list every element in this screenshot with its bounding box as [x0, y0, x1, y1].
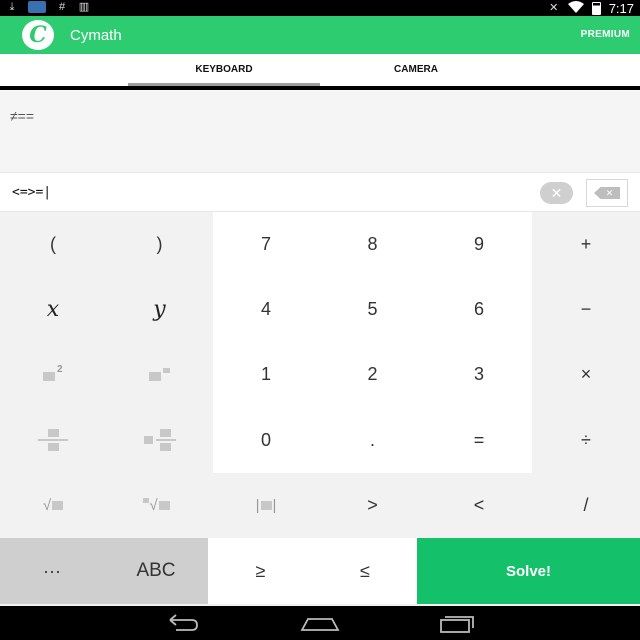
- back-icon: [169, 614, 198, 631]
- key-power[interactable]: [106, 342, 213, 407]
- abs-icon: | |: [255, 497, 277, 514]
- key-5[interactable]: 5: [319, 277, 426, 342]
- key-9[interactable]: 9: [426, 212, 532, 277]
- nth-root-icon: √: [143, 497, 170, 514]
- fraction-icon: [38, 429, 68, 451]
- backspace-button[interactable]: ✕: [586, 179, 628, 207]
- key-greater-than[interactable]: >: [319, 473, 426, 538]
- key-abs[interactable]: | |: [213, 473, 319, 538]
- key-7[interactable]: 7: [213, 212, 319, 277]
- key-4[interactable]: 4: [213, 277, 319, 342]
- key-6[interactable]: 6: [426, 277, 532, 342]
- hash-icon: #: [58, 1, 66, 13]
- input-row: <=>=| ✕ ✕: [0, 172, 640, 212]
- app-title: Cymath: [70, 27, 122, 44]
- tab-selected-indicator: [128, 83, 320, 86]
- key-mixed-fraction[interactable]: [106, 407, 213, 473]
- keypad: ( ) 7 8 9 + x y 4 5 6 − 2 1 2 3 × 0 . = …: [0, 212, 640, 538]
- home-icon: [300, 618, 340, 631]
- app-logo: C: [22, 20, 54, 50]
- tab-camera[interactable]: CAMERA: [320, 54, 512, 86]
- key-x[interactable]: x: [0, 277, 106, 342]
- recents-button[interactable]: [436, 612, 476, 634]
- status-bar: ⤓ # ▥ ✕ 7:17: [0, 0, 640, 16]
- premium-button[interactable]: PREMIUM: [581, 29, 630, 40]
- input-mode-tabs: KEYBOARD CAMERA: [0, 54, 640, 90]
- key-3[interactable]: 3: [426, 342, 532, 407]
- key-greater-equal[interactable]: ≥: [208, 538, 313, 604]
- image-notification-icon: [28, 1, 46, 13]
- mixed-fraction-icon: [143, 429, 176, 451]
- key-0[interactable]: 0: [213, 407, 319, 473]
- rendered-expression: ≠==: [10, 108, 35, 124]
- key-less-equal[interactable]: ≤: [313, 538, 417, 604]
- key-open-paren[interactable]: (: [0, 212, 106, 277]
- muted-icon: ✕: [549, 2, 559, 14]
- abc-button[interactable]: ABC: [104, 538, 208, 604]
- wifi-icon: [567, 0, 584, 16]
- key-multiply[interactable]: ×: [532, 342, 640, 407]
- key-y[interactable]: y: [106, 277, 213, 342]
- back-button[interactable]: [162, 612, 202, 634]
- status-bar-left: ⤓ # ▥: [6, 1, 90, 13]
- app-bar: C Cymath PREMIUM: [0, 16, 640, 54]
- bottom-key-row: ··· ABC ≥ ≤ Solve!: [0, 538, 640, 606]
- key-8[interactable]: 8: [319, 212, 426, 277]
- navigation-bar: [0, 606, 640, 640]
- download-icon: ⤓: [9, 1, 15, 13]
- home-button[interactable]: [300, 612, 340, 634]
- clear-circle-icon: ✕: [550, 185, 563, 201]
- key-slash[interactable]: /: [532, 473, 640, 538]
- key-divide[interactable]: ÷: [532, 407, 640, 473]
- key-close-paren[interactable]: ): [106, 212, 213, 277]
- backspace-icon: ✕: [594, 187, 620, 199]
- square-power-icon: 2: [43, 364, 63, 382]
- more-button[interactable]: ···: [0, 538, 104, 604]
- key-1[interactable]: 1: [213, 342, 319, 407]
- clear-input-button[interactable]: ✕: [540, 182, 573, 204]
- status-bar-right: ✕ 7:17: [548, 0, 634, 16]
- recents-icon: [440, 616, 474, 633]
- key-sqrt[interactable]: √: [0, 473, 106, 538]
- box-power-icon: [148, 367, 171, 382]
- expression-display: ≠==: [0, 90, 640, 172]
- sqrt-icon: √: [43, 497, 64, 514]
- key-2[interactable]: 2: [319, 342, 426, 407]
- clock: 7:17: [608, 0, 634, 16]
- key-minus[interactable]: −: [532, 277, 640, 342]
- battery-icon: [591, 1, 601, 15]
- key-equals[interactable]: =: [426, 407, 532, 473]
- math-input[interactable]: <=>=|: [12, 185, 51, 200]
- key-fraction[interactable]: [0, 407, 106, 473]
- tab-keyboard[interactable]: KEYBOARD: [128, 54, 320, 86]
- barcode-icon: ▥: [78, 1, 90, 13]
- solve-button[interactable]: Solve!: [417, 538, 640, 604]
- key-less-than[interactable]: <: [426, 473, 532, 538]
- key-square[interactable]: 2: [0, 342, 106, 407]
- key-plus[interactable]: +: [532, 212, 640, 277]
- key-nth-root[interactable]: √: [106, 473, 213, 538]
- key-decimal[interactable]: .: [319, 407, 426, 473]
